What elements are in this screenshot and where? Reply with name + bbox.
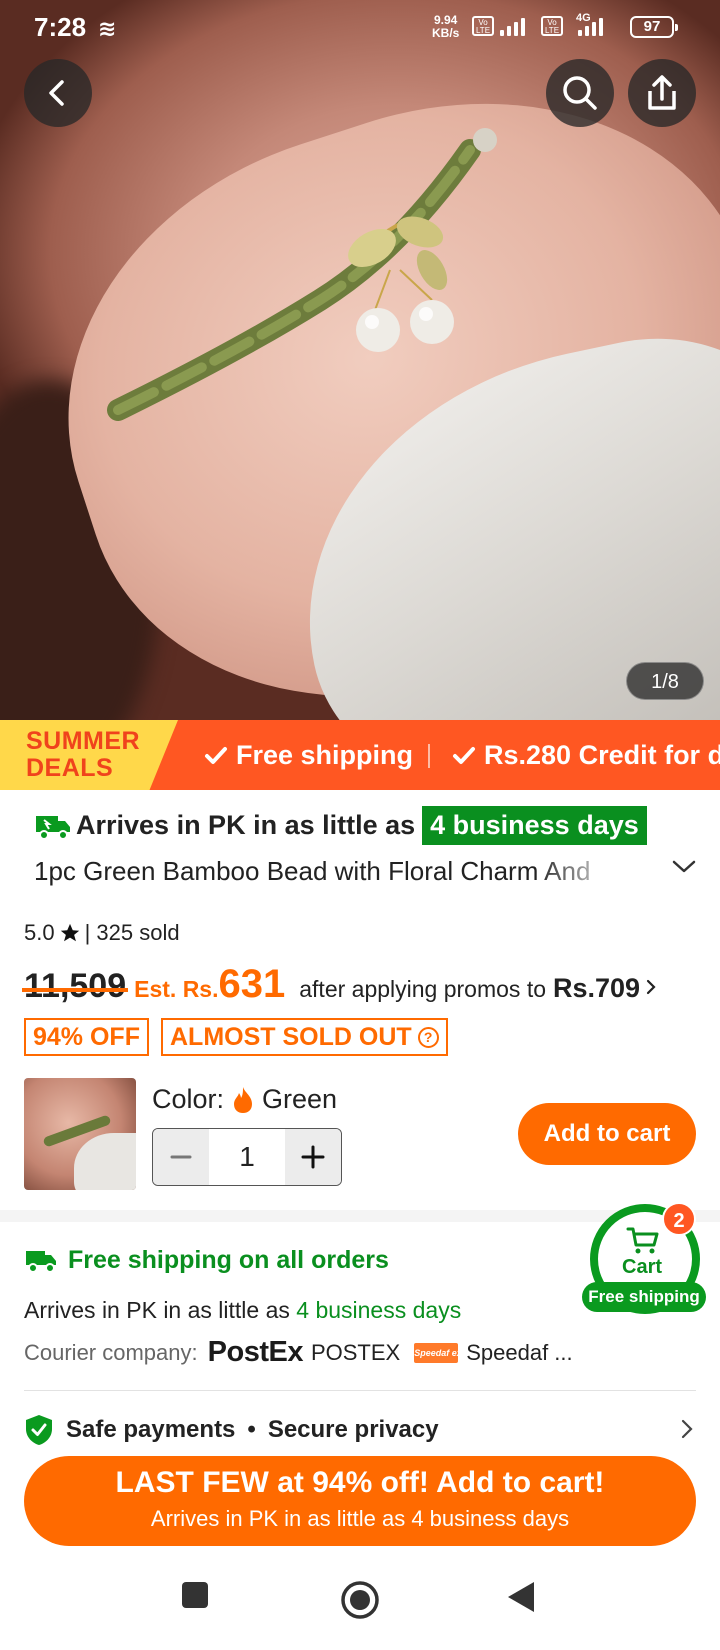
price-row[interactable]: 11,509 Est. Rs. 631 after applying promo… — [21, 962, 658, 1007]
volte-icon-2: Vo LTE — [541, 16, 563, 36]
minus-icon — [170, 1155, 192, 1159]
search-button[interactable] — [546, 59, 614, 127]
signal-icon-2 — [578, 16, 603, 36]
network-activity-icon: ≋ — [98, 16, 117, 41]
est-price: 631 — [218, 962, 286, 1006]
cta-main-text: LAST FEW at 94% off! Add to cart! — [115, 1466, 605, 1499]
shipping-arrival: Arrives in PK in as little as 4 business… — [24, 1297, 462, 1323]
signal-icon — [500, 16, 525, 36]
volte-icon: Vo LTE — [472, 16, 494, 36]
cta-sub-text: Arrives in PK in as little as 4 business… — [150, 1506, 570, 1531]
sold-count: | 325 sold — [84, 920, 180, 945]
safe-payments-row[interactable]: Safe payments • Secure privacy — [24, 1414, 439, 1446]
flame-icon — [234, 1086, 253, 1113]
summer-deals-label: SUMMER DEALS — [26, 727, 141, 782]
est-price-label: Est. Rs. — [134, 976, 219, 1002]
truck-icon — [36, 815, 70, 840]
checkmark-icon — [453, 746, 475, 764]
status-time: 7:28 — [34, 12, 87, 42]
product-image[interactable]: 7:28 ≋ 9.94 KB/s Vo LTE Vo LTE 4G 97 1/8 — [0, 0, 720, 720]
product-title[interactable]: 1pc Green Bamboo Bead with Floral Charm … — [34, 856, 624, 887]
help-icon[interactable]: ? — [417, 1026, 439, 1048]
after-promo-text: after applying promos to — [299, 976, 546, 1002]
share-button[interactable] — [628, 59, 696, 127]
promo-credit: Rs.280 Credit for d — [452, 740, 720, 771]
original-price: 11,509 — [21, 967, 129, 1005]
courier-speedaf: Speedaf ... — [466, 1339, 573, 1365]
cart-icon — [626, 1227, 659, 1254]
promo-price: Rs.709 — [553, 973, 641, 1003]
system-nav-bar — [0, 1560, 720, 1650]
shield-check-icon — [26, 1415, 52, 1445]
rating-summary[interactable]: 5.0 | 325 sold — [24, 920, 180, 946]
bottom-add-to-cart-button[interactable]: LAST FEW at 94% off! Add to cart! Arrive… — [24, 1456, 696, 1546]
thumb-sleeve — [74, 1133, 136, 1190]
home-button[interactable] — [340, 1580, 380, 1620]
cart-label: Cart — [622, 1256, 663, 1278]
share-icon — [648, 75, 676, 110]
quantity-value[interactable]: 1 — [209, 1129, 285, 1185]
bracelet-illustration — [107, 128, 497, 421]
network-speed: 9.94 KB/s — [432, 13, 460, 40]
decrease-quantity-button[interactable] — [153, 1129, 209, 1185]
back-nav-button[interactable] — [506, 1580, 536, 1614]
speedaf-logo: Speedaf express — [414, 1342, 486, 1363]
free-shipping-heading[interactable]: Free shipping on all orders — [24, 1246, 389, 1275]
checkmark-icon — [205, 746, 227, 764]
increase-quantity-button[interactable] — [285, 1129, 341, 1185]
add-to-cart-button[interactable]: Add to cart — [518, 1103, 696, 1165]
color-label: Color: — [152, 1084, 225, 1114]
courier-info: Courier company: PostEx POSTEX Speedaf e… — [24, 1336, 573, 1368]
chevron-down-icon[interactable] — [670, 856, 698, 876]
arrival-estimate: Arrives in PK in as little as 4 business… — [34, 806, 647, 845]
chevron-right-icon[interactable] — [680, 1418, 694, 1440]
courier-postex: POSTEX — [310, 1339, 401, 1365]
battery-indicator: 97 — [630, 16, 678, 38]
promo-divider — [428, 744, 430, 768]
plus-icon — [301, 1145, 325, 1169]
almost-sold-out-tag[interactable]: ALMOST SOLD OUT ? — [161, 1018, 448, 1056]
back-button[interactable] — [24, 59, 92, 127]
promo-free-shipping: Free shipping — [204, 740, 413, 771]
star-icon — [60, 923, 79, 942]
variant-thumbnail[interactable] — [24, 1078, 136, 1190]
divider — [24, 1390, 696, 1391]
postex-logo: PostEx — [207, 1336, 304, 1368]
floating-cart-button[interactable]: Cart 2 Free shipping — [582, 1202, 712, 1314]
quantity-stepper[interactable]: 1 — [152, 1128, 342, 1186]
arrival-days-badge: 4 business days — [422, 806, 647, 845]
truck-icon — [26, 1250, 56, 1273]
rating-value: 5.0 — [24, 920, 55, 945]
promo-banner[interactable]: SUMMER DEALS Free shipping Rs.280 Credit… — [0, 720, 720, 790]
discount-tag: 94% OFF — [24, 1018, 149, 1056]
color-value: Green — [262, 1084, 338, 1114]
recent-apps-button[interactable] — [180, 1580, 210, 1610]
back-icon — [49, 80, 64, 106]
cart-count-badge: 2 — [662, 1202, 696, 1236]
cart-free-shipping-badge: Free shipping — [582, 1282, 706, 1312]
image-counter: 1/8 — [626, 662, 704, 700]
chevron-right-icon — [646, 979, 656, 995]
status-bar: 7:28 ≋ 9.94 KB/s Vo LTE Vo LTE 4G 97 — [0, 0, 720, 54]
color-selector[interactable]: Color: Green — [152, 1084, 337, 1115]
search-icon — [563, 76, 597, 110]
